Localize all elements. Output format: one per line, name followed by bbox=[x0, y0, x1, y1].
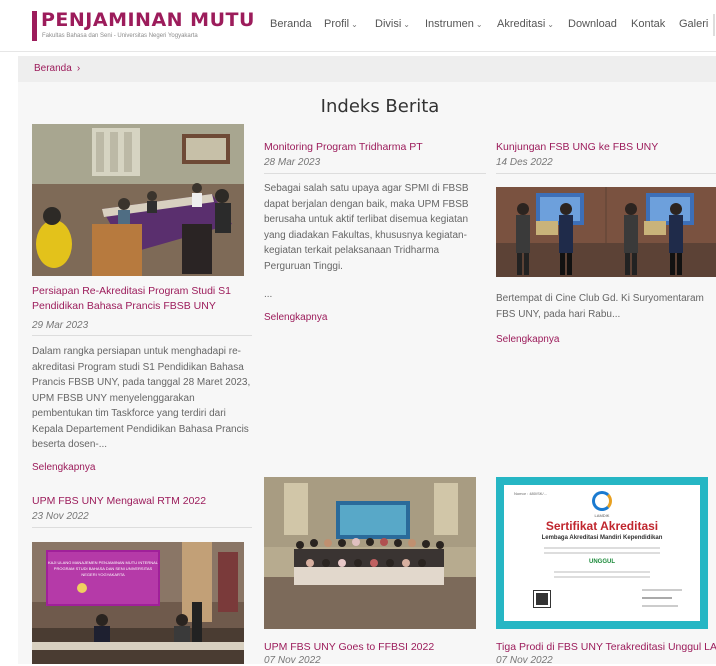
certificate-text-line bbox=[642, 589, 682, 591]
qr-code-icon bbox=[533, 590, 551, 608]
divider bbox=[496, 173, 716, 174]
post-date: 14 Des 2022 bbox=[496, 157, 553, 168]
divider bbox=[32, 527, 252, 528]
post-excerpt-line: dapat berjalan dengan baik, maka UPM FBS… bbox=[264, 198, 469, 210]
post-excerpt-line: kegiatan terkait pelaksanaan Tridharma bbox=[264, 245, 440, 256]
certificate-ref: Nomor : 480/SK/... bbox=[514, 491, 547, 496]
post-title-line: Tiga Prodi di FBS UNY Terakreditasi Ungg… bbox=[496, 641, 716, 653]
divider bbox=[264, 173, 486, 174]
post-excerpt-line: akreditasi Program studi S1 Pendidikan B… bbox=[32, 361, 244, 373]
post-excerpt-line: Prancis FBSB UNY, pada tanggal 28 Maret … bbox=[32, 377, 251, 388]
certificate-grade: UNGGUL bbox=[589, 559, 615, 565]
site-header: PENJAMINAN MUTU Fakultas Bahasa dan Seni… bbox=[0, 0, 716, 52]
breadcrumb-separator: › bbox=[76, 63, 81, 74]
nav-label: Akreditasi bbox=[497, 18, 546, 30]
breadcrumb: Beranda › bbox=[18, 56, 716, 82]
post-excerpt-line: Bertempat di Cine Club Gd. Ki Suryomenta… bbox=[496, 293, 704, 304]
post-excerpt-line: yang diadakan Fakultas, khususnya kegiat… bbox=[264, 229, 467, 241]
nav-label: Kontak bbox=[631, 18, 666, 30]
nav-label: Profil bbox=[324, 18, 350, 30]
certificate-subheading: Lembaga Akreditasi Mandiri Kependidikan bbox=[541, 535, 663, 541]
post-date: 28 Mar 2023 bbox=[264, 157, 321, 168]
post-excerpt: Sebagai salah satu upaya agar SPMI di FB… bbox=[264, 181, 488, 274]
rtm-banner-line: NEGERI YOGYAKARTA bbox=[81, 572, 125, 577]
post-excerpt-line: pembentukan tim Taskforce yang terdiri d… bbox=[32, 408, 226, 419]
post-title[interactable]: UPM FBS UNY Mengawal RTM 2022 bbox=[32, 494, 252, 509]
post-excerpt-line: beserta dosen-... bbox=[32, 439, 108, 450]
post-title[interactable]: Persiapan Re-Akreditasi Program Studi S1… bbox=[32, 284, 252, 314]
read-more-link[interactable]: Selengkapnya bbox=[264, 312, 327, 323]
post-date: 23 Nov 2022 bbox=[32, 511, 89, 522]
post-excerpt-line: Kepala Departement Pendidikan Bahasa Pra… bbox=[32, 423, 249, 435]
certificate-text-line bbox=[642, 605, 678, 607]
post-image-rtm-meeting[interactable]: KAJI ULANG MANAJEMEN PENJAMINAN MUTU INT… bbox=[32, 542, 244, 664]
certificate-text-line bbox=[554, 571, 650, 573]
divider bbox=[32, 335, 252, 336]
post-image-certificate[interactable]: Nomor : 480/SK/... LAMDIK Sertifikat Akr… bbox=[496, 477, 708, 629]
certificate-text-line bbox=[544, 552, 660, 554]
post-image-award-handover[interactable] bbox=[496, 187, 716, 277]
post-title-line: UPM FBS UNY Mengawal RTM 2022 bbox=[32, 495, 207, 507]
post-excerpt-line: UPM FBSB UNY menyelenggarakan bbox=[32, 392, 195, 404]
rtm-banner-line: PROGRAM STUDI BAHASA DAN SENI UNIVERSITA… bbox=[54, 566, 153, 571]
post-title[interactable]: Monitoring Program Tridharma PT bbox=[264, 140, 484, 155]
nav-label: Galeri bbox=[679, 18, 709, 30]
nav-label: Divisi bbox=[375, 18, 402, 30]
site-logo-subtitle: Fakultas Bahasa dan Seni - Universitas N… bbox=[42, 33, 198, 39]
post-title-line: Persiapan Re-Akreditasi Program Studi S1 bbox=[32, 285, 232, 297]
certificate-text-line bbox=[554, 576, 650, 578]
certificate-org: LAMDIK bbox=[594, 513, 610, 518]
site-logo-title[interactable]: PENJAMINAN MUTU bbox=[41, 9, 255, 31]
post-title-line: UPM FBS UNY Goes to FFBSI 2022 bbox=[264, 641, 435, 653]
post-title-line: Monitoring Program Tridharma PT bbox=[264, 141, 423, 153]
nav-item-kontak[interactable]: Kontak bbox=[631, 18, 665, 34]
post-excerpt-line: Perguruan Tinggi. bbox=[264, 260, 343, 272]
post-date: 07 Nov 2022 bbox=[496, 655, 553, 666]
read-more-link[interactable]: Selengkapnya bbox=[32, 462, 95, 473]
post-excerpt-line: FBS UNY, pada hari Rabu... bbox=[496, 308, 621, 320]
post-excerpt-line: Dalam rangka persiapan untuk menghadapi … bbox=[32, 346, 242, 357]
post-title[interactable]: Tiga Prodi di FBS UNY Terakreditasi Ungg… bbox=[496, 640, 716, 655]
post-excerpt: Bertempat di Cine Club Gd. Ki Suryomenta… bbox=[496, 291, 716, 322]
post-date: 07 Nov 2022 bbox=[264, 655, 321, 666]
page-title: Indeks Berita bbox=[320, 96, 440, 117]
nav-item-divisi[interactable]: Divisi ⌄ bbox=[375, 18, 410, 34]
nav-label: Download bbox=[568, 18, 617, 30]
nav-item-galeri[interactable]: Galeri bbox=[679, 18, 708, 34]
nav-item-beranda[interactable]: Beranda bbox=[270, 18, 312, 34]
post-excerpt: Dalam rangka persiapan untuk menghadapi … bbox=[32, 344, 264, 453]
nav-item-download[interactable]: Download bbox=[568, 18, 617, 34]
signature-icon bbox=[642, 597, 672, 599]
nav-item-profil[interactable]: Profil ⌄ bbox=[324, 18, 358, 34]
rtm-banner-line: KAJI ULANG MANAJEMEN PENJAMINAN MUTU INT… bbox=[48, 560, 159, 565]
post-image-group-photo[interactable] bbox=[264, 477, 476, 629]
nav-label: Instrumen bbox=[425, 18, 474, 30]
post-title[interactable]: UPM FBS UNY Goes to FFBSI 2022 bbox=[264, 640, 484, 655]
read-more-link[interactable]: Selengkapnya bbox=[496, 334, 559, 345]
nav-divider bbox=[713, 14, 715, 36]
nav-label: Beranda bbox=[270, 18, 312, 30]
chevron-down-icon: ⌄ bbox=[475, 20, 483, 29]
post-image-meeting-room[interactable] bbox=[32, 124, 244, 276]
post-title[interactable]: Kunjungan FSB UNG ke FBS UNY bbox=[496, 140, 716, 155]
post-excerpt-ellipsis: ... bbox=[264, 289, 273, 300]
logo-accent-bar bbox=[32, 11, 37, 41]
post-title-line: Kunjungan FSB UNG ke FBS UNY bbox=[496, 141, 659, 153]
chevron-down-icon: ⌄ bbox=[403, 20, 410, 29]
certificate-card: Nomor : 480/SK/... LAMDIK Sertifikat Akr… bbox=[504, 485, 700, 621]
post-excerpt-line: Sebagai salah satu upaya agar SPMI di FB… bbox=[264, 183, 469, 194]
post-title-line: Pendidikan Bahasa Prancis FBSB UNY bbox=[32, 300, 216, 312]
nav-item-akreditasi[interactable]: Akreditasi ⌄ bbox=[497, 18, 554, 34]
certificate-text-line bbox=[544, 547, 660, 549]
breadcrumb-home-link[interactable]: Beranda bbox=[34, 63, 72, 74]
certificate-heading: Sertifikat Akreditasi bbox=[545, 519, 659, 533]
page-title-wrap: Indeks Berita bbox=[0, 96, 716, 117]
chevron-down-icon: ⌄ bbox=[351, 20, 358, 29]
post-excerpt-line: berusaha untuk aktif terlibat disemua ke… bbox=[264, 214, 469, 225]
post-date: 29 Mar 2023 bbox=[32, 320, 89, 331]
lamdik-logo-icon bbox=[592, 491, 612, 511]
nav-item-instrumen[interactable]: Instrumen ⌄ bbox=[425, 18, 483, 34]
chevron-down-icon: ⌄ bbox=[547, 20, 554, 29]
